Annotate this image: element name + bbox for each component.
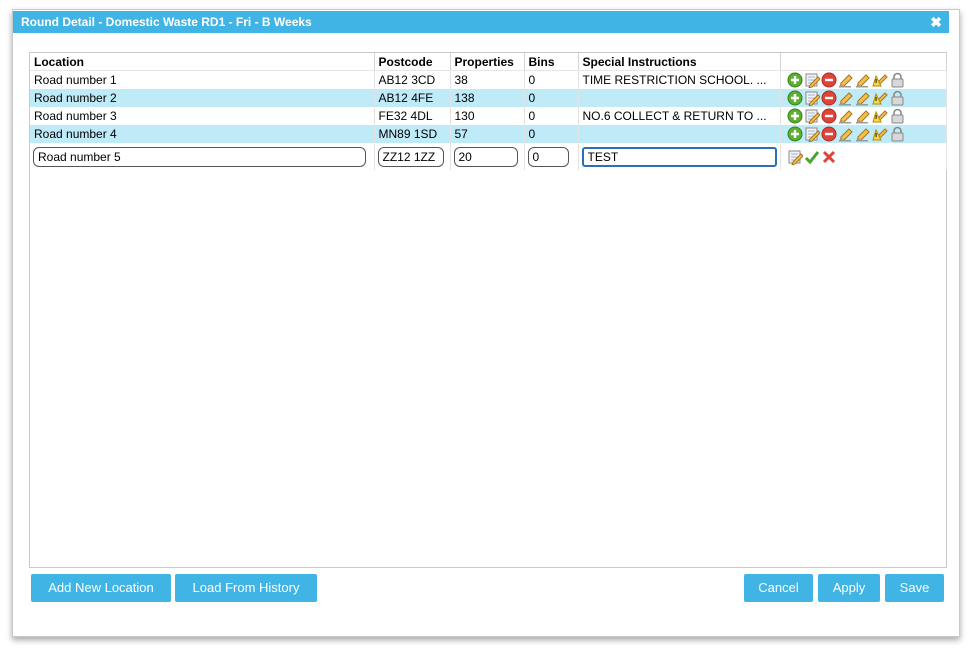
edit-pencil-icon[interactable]: [855, 108, 871, 124]
column-header-bins[interactable]: Bins: [524, 53, 579, 71]
add-new-location-button[interactable]: Add New Location: [31, 574, 171, 602]
edit-icon[interactable]: [804, 90, 820, 106]
dialog-titlebar: Round Detail - Domestic Waste RD1 - Fri …: [13, 11, 949, 33]
edit-cell-bins: [524, 143, 579, 170]
edit-cell-actions: [780, 143, 947, 170]
lock-icon[interactable]: [889, 72, 905, 88]
table-row[interactable]: Road number 2 AB12 4FE 138 0: [30, 89, 947, 107]
cell-instructions: [578, 89, 781, 107]
cell-location: Road number 3: [30, 107, 375, 125]
table-row[interactable]: Road number 3 FE32 4DL 130 0 NO.6 COLLECT & …: [30, 107, 947, 125]
cell-postcode: AB12 4FE: [374, 89, 451, 107]
column-header-properties[interactable]: Properties: [450, 53, 525, 71]
properties-input[interactable]: [453, 146, 518, 167]
cell-instructions: TIME RESTRICTION SCHOOL. ...: [578, 70, 781, 89]
row-actions: [787, 125, 946, 143]
edit-pencil-icon[interactable]: [855, 72, 871, 88]
edit-row-actions: [787, 148, 946, 166]
warning-icon[interactable]: [871, 72, 888, 88]
edit-pencil-icon[interactable]: [838, 108, 854, 124]
edit-pencil-icon[interactable]: [838, 126, 854, 142]
cell-properties: 130: [450, 107, 525, 125]
edit-icon[interactable]: [787, 149, 803, 165]
cell-properties: 38: [450, 70, 525, 89]
cancel-button[interactable]: Cancel: [744, 574, 813, 602]
cell-actions: [780, 70, 947, 89]
add-icon[interactable]: [787, 126, 803, 142]
lock-icon[interactable]: [889, 108, 905, 124]
cell-bins: 0: [524, 70, 579, 89]
cell-bins: 0: [524, 125, 579, 143]
edit-cell-instructions: [578, 143, 781, 170]
warning-icon[interactable]: [871, 108, 888, 124]
edit-row: [30, 143, 947, 170]
column-header-actions: [780, 53, 947, 71]
edit-cell-properties: [450, 143, 525, 170]
dialog-title: Round Detail - Domestic Waste RD1 - Fri …: [21, 15, 312, 29]
add-icon[interactable]: [787, 90, 803, 106]
column-header-special-instructions[interactable]: Special Instructions: [578, 53, 781, 71]
cell-instructions: [578, 125, 781, 143]
edit-pencil-icon[interactable]: [855, 90, 871, 106]
row-actions: [787, 89, 946, 107]
cell-actions: [780, 107, 947, 125]
table-row[interactable]: Road number 4 MN89 1SD 57 0: [30, 125, 947, 143]
cell-postcode: AB12 3CD: [374, 70, 451, 89]
special-instructions-input[interactable]: [581, 146, 777, 167]
add-icon[interactable]: [787, 108, 803, 124]
cell-location: Road number 4: [30, 125, 375, 143]
cell-postcode: MN89 1SD: [374, 125, 451, 143]
lock-icon[interactable]: [889, 126, 905, 142]
location-input[interactable]: [33, 146, 366, 167]
row-actions: [787, 71, 946, 89]
load-from-history-button[interactable]: Load From History: [175, 574, 317, 602]
warning-icon[interactable]: [871, 126, 888, 142]
remove-icon[interactable]: [821, 90, 837, 106]
edit-pencil-icon[interactable]: [855, 126, 871, 142]
edit-pencil-icon[interactable]: [838, 90, 854, 106]
cell-postcode: FE32 4DL: [374, 107, 451, 125]
cell-actions: [780, 125, 947, 143]
apply-button[interactable]: Apply: [818, 574, 880, 602]
confirm-check-icon[interactable]: [804, 149, 820, 165]
edit-icon[interactable]: [804, 72, 820, 88]
close-icon[interactable]: ✖: [930, 11, 942, 33]
row-actions: [787, 107, 946, 125]
cell-actions: [780, 89, 947, 107]
remove-icon[interactable]: [821, 126, 837, 142]
column-header-location[interactable]: Location: [30, 53, 375, 71]
cell-properties: 138: [450, 89, 525, 107]
add-icon[interactable]: [787, 72, 803, 88]
cell-instructions: NO.6 COLLECT & RETURN TO ...: [578, 107, 781, 125]
edit-pencil-icon[interactable]: [838, 72, 854, 88]
edit-icon[interactable]: [804, 126, 820, 142]
table-row[interactable]: Road number 1 AB12 3CD 38 0 TIME RESTRICTION…: [30, 70, 947, 89]
cell-bins: 0: [524, 107, 579, 125]
cell-bins: 0: [524, 89, 579, 107]
warning-icon[interactable]: [871, 90, 888, 106]
save-button[interactable]: Save: [885, 574, 944, 602]
locations-grid: Location Postcode Properties Bins Specia…: [29, 52, 947, 568]
edit-icon[interactable]: [804, 108, 820, 124]
remove-icon[interactable]: [821, 72, 837, 88]
bins-input[interactable]: [527, 146, 569, 167]
edit-cell-location: [30, 143, 375, 170]
postcode-input[interactable]: [377, 146, 444, 167]
cell-location: Road number 2: [30, 89, 375, 107]
cell-location: Road number 1: [30, 70, 375, 89]
edit-cell-postcode: [374, 143, 451, 170]
cell-properties: 57: [450, 125, 525, 143]
remove-icon[interactable]: [821, 108, 837, 124]
lock-icon[interactable]: [889, 90, 905, 106]
cancel-x-icon[interactable]: [821, 149, 837, 165]
table-header-row: Location Postcode Properties Bins Specia…: [30, 53, 947, 71]
column-header-postcode[interactable]: Postcode: [374, 53, 451, 71]
